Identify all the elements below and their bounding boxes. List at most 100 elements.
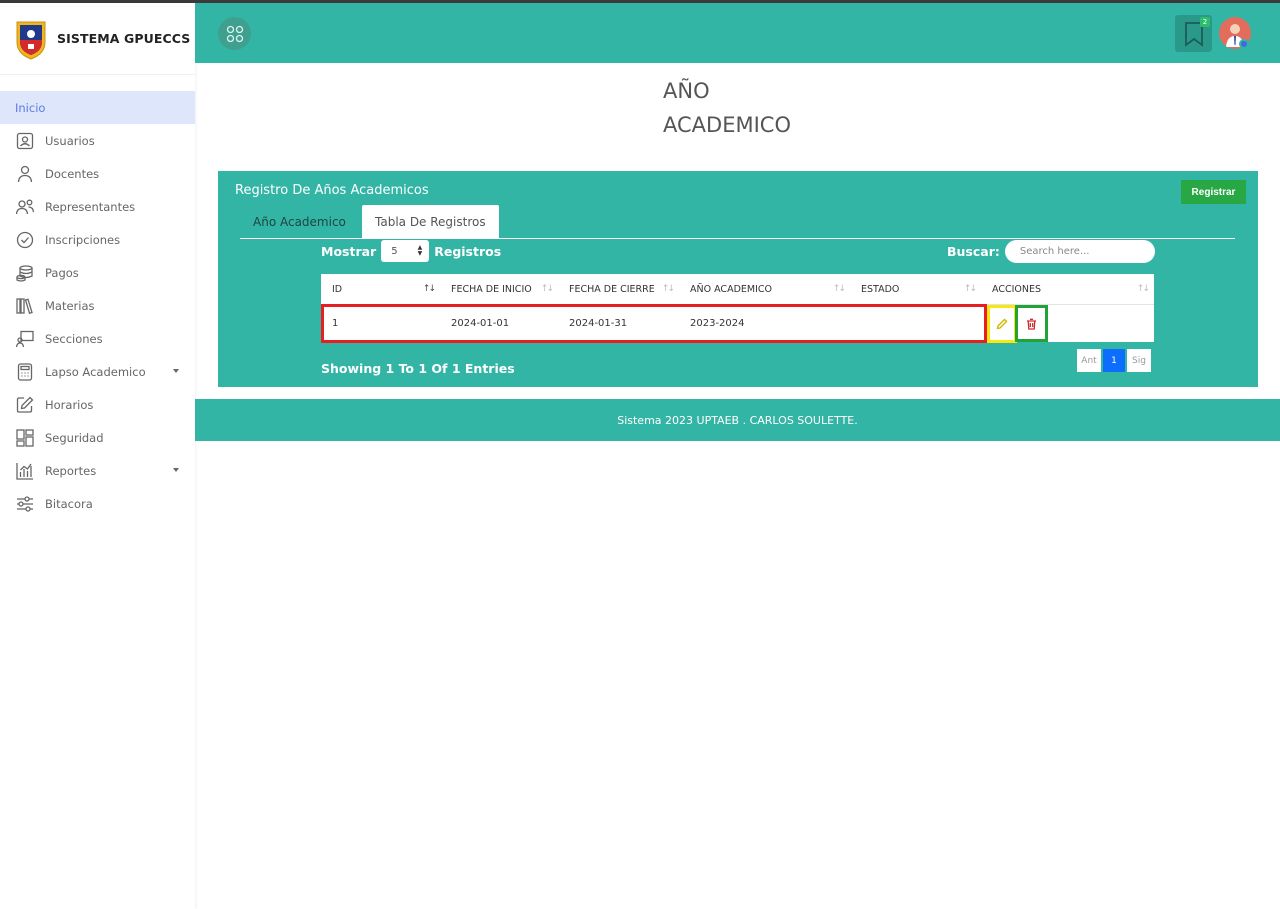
- books-icon: [15, 296, 35, 316]
- sidebar-item-materias[interactable]: Materias: [0, 289, 195, 322]
- user-badge-icon: [15, 131, 35, 151]
- select-arrows-icon: ▲ ▼: [417, 244, 423, 257]
- column-header-id[interactable]: ID ↑↓: [321, 274, 440, 304]
- sort-icon: ↑↓: [540, 284, 554, 294]
- coins-icon: [15, 263, 35, 283]
- search-input[interactable]: [1004, 240, 1155, 263]
- footer-text: Sistema 2023 UPTAEB . CARLOS SOULETTE.: [617, 413, 858, 427]
- sidebar-item-label: Lapso Academico: [45, 364, 146, 379]
- sidebar-item-label: Materias: [45, 298, 95, 313]
- sidebar-item-label: Inicio: [15, 100, 46, 115]
- bookmark-button[interactable]: 2: [1175, 15, 1212, 52]
- brand[interactable]: SISTEMA GPUECCS: [0, 3, 195, 75]
- sidebar-item-label: Pagos: [45, 265, 79, 280]
- top-header: 2: [195, 3, 1280, 63]
- sidebar-item-label: Representantes: [45, 199, 136, 214]
- online-status-dot: [1239, 39, 1249, 49]
- page-length-value: 5: [391, 245, 398, 257]
- dashboard-icon: [15, 428, 35, 448]
- sidebar-item-reportes[interactable]: Reportes: [0, 454, 195, 487]
- sort-asc-icon: ↑↓: [422, 284, 436, 294]
- calculator-icon: [15, 362, 35, 382]
- pagination: Ant 1 Sig: [1075, 349, 1151, 372]
- register-button[interactable]: Registrar: [1181, 180, 1246, 204]
- records-label: Registros: [434, 243, 502, 259]
- page-footer: Sistema 2023 UPTAEB . CARLOS SOULETTE.: [195, 399, 1280, 441]
- card-title: Registro De Años Academicos: [235, 183, 429, 198]
- apps-menu-button[interactable]: [218, 17, 251, 50]
- sidebar-item-label: Bitacora: [45, 496, 93, 511]
- trash-icon: [1027, 318, 1036, 330]
- tab-tabla-de-registros[interactable]: Tabla De Registros: [362, 205, 499, 239]
- sidebar-item-label: Docentes: [45, 166, 100, 181]
- person-icon: [15, 164, 35, 184]
- chevron-down-icon: [173, 468, 179, 472]
- school-crest-logo: [16, 21, 46, 60]
- sort-icon: ↑↓: [832, 284, 846, 294]
- tab-bar: Año Academico Tabla De Registros: [240, 205, 1235, 239]
- sidebar-item-label: Reportes: [45, 463, 97, 478]
- people-icon: [15, 197, 35, 217]
- sidebar-item-label: Seguridad: [45, 430, 104, 445]
- check-circle-icon: [15, 230, 35, 250]
- search-label: Buscar:: [947, 244, 1000, 259]
- delete-button[interactable]: [1015, 305, 1048, 342]
- column-header-acciones[interactable]: ACCIONES ↑↓: [981, 274, 1154, 304]
- sort-icon: ↑↓: [661, 284, 675, 294]
- sliders-icon: [15, 494, 35, 514]
- records-card: Registro De Años Academicos Registrar Añ…: [218, 171, 1258, 387]
- sidebar-item-representantes[interactable]: Representantes: [0, 190, 195, 223]
- edit-icon: [15, 395, 35, 415]
- column-header-label: FECHA DE CIERRE: [569, 284, 655, 295]
- table-header: ID ↑↓ FECHA DE INICIO ↑↓ FECHA DE CIERRE ↑↓…: [321, 274, 1154, 305]
- sidebar-item-usuarios[interactable]: Usuarios: [0, 124, 195, 157]
- column-header-label: ACCIONES: [992, 284, 1042, 295]
- pagination-next[interactable]: Sig: [1127, 349, 1151, 372]
- sidebar-item-horarios[interactable]: Horarios: [0, 388, 195, 421]
- pagination-page-1[interactable]: 1: [1103, 349, 1125, 372]
- sidebar-item-inicio[interactable]: Inicio: [0, 91, 195, 124]
- column-header-label: ESTADO: [861, 284, 900, 295]
- bar-chart-icon: [15, 461, 35, 481]
- column-header-estado[interactable]: ESTADO ↑↓: [850, 274, 981, 304]
- search-control: Buscar:: [947, 240, 1155, 263]
- show-label: Mostrar: [321, 243, 377, 259]
- sidebar-item-label: Secciones: [45, 331, 103, 346]
- presentation-icon: [15, 329, 35, 349]
- entries-info: Showing 1 To 1 Of 1 Entries: [321, 361, 515, 376]
- sidebar: SISTEMA GPUECCS Inicio Usuarios Docentes…: [0, 3, 195, 909]
- page-length-control: Mostrar 5 ▲ ▼ Registros: [321, 240, 501, 262]
- page-title: AÑO ACADEMICO: [663, 74, 791, 142]
- column-header-label: ID: [332, 284, 343, 295]
- sidebar-item-label: Inscripciones: [45, 232, 121, 247]
- pencil-icon: [996, 318, 1008, 330]
- chevron-down-icon: [173, 369, 179, 373]
- sidebar-item-lapso-academico[interactable]: Lapso Academico: [0, 355, 195, 388]
- tab-ano-academico[interactable]: Año Academico: [240, 205, 359, 239]
- sidebar-item-pagos[interactable]: Pagos: [0, 256, 195, 289]
- edit-button[interactable]: [987, 305, 1017, 343]
- sort-icon: ↑↓: [963, 284, 977, 294]
- sidebar-item-seguridad[interactable]: Seguridad: [0, 421, 195, 454]
- notification-badge: 2: [1200, 17, 1210, 27]
- grid-icon: [226, 25, 243, 42]
- sidebar-item-bitacora[interactable]: Bitacora: [0, 487, 195, 520]
- sidebar-item-inscripciones[interactable]: Inscripciones: [0, 223, 195, 256]
- column-header-fecha-inicio[interactable]: FECHA DE INICIO ↑↓: [440, 274, 558, 304]
- column-header-label: FECHA DE INICIO: [451, 284, 532, 295]
- sidebar-item-docentes[interactable]: Docentes: [0, 157, 195, 190]
- sidebar-item-label: Usuarios: [45, 133, 95, 148]
- page-length-select[interactable]: 5 ▲ ▼: [381, 240, 430, 262]
- sidebar-item-secciones[interactable]: Secciones: [0, 322, 195, 355]
- brand-name: SISTEMA GPUECCS: [57, 31, 191, 46]
- column-header-ano-academico[interactable]: AÑO ACADEMICO ↑↓: [679, 274, 850, 304]
- sidebar-nav: Inicio Usuarios Docentes Representantes …: [0, 91, 195, 520]
- column-header-fecha-cierre[interactable]: FECHA DE CIERRE ↑↓: [558, 274, 679, 304]
- pagination-prev[interactable]: Ant: [1077, 349, 1101, 372]
- page-title-line1: AÑO: [663, 79, 710, 103]
- column-header-label: AÑO ACADEMICO: [690, 284, 772, 295]
- sort-icon: ↑↓: [1136, 284, 1150, 294]
- page-title-line2: ACADEMICO: [663, 113, 791, 137]
- row-highlight-box: [321, 304, 987, 343]
- sidebar-item-label: Horarios: [45, 397, 94, 412]
